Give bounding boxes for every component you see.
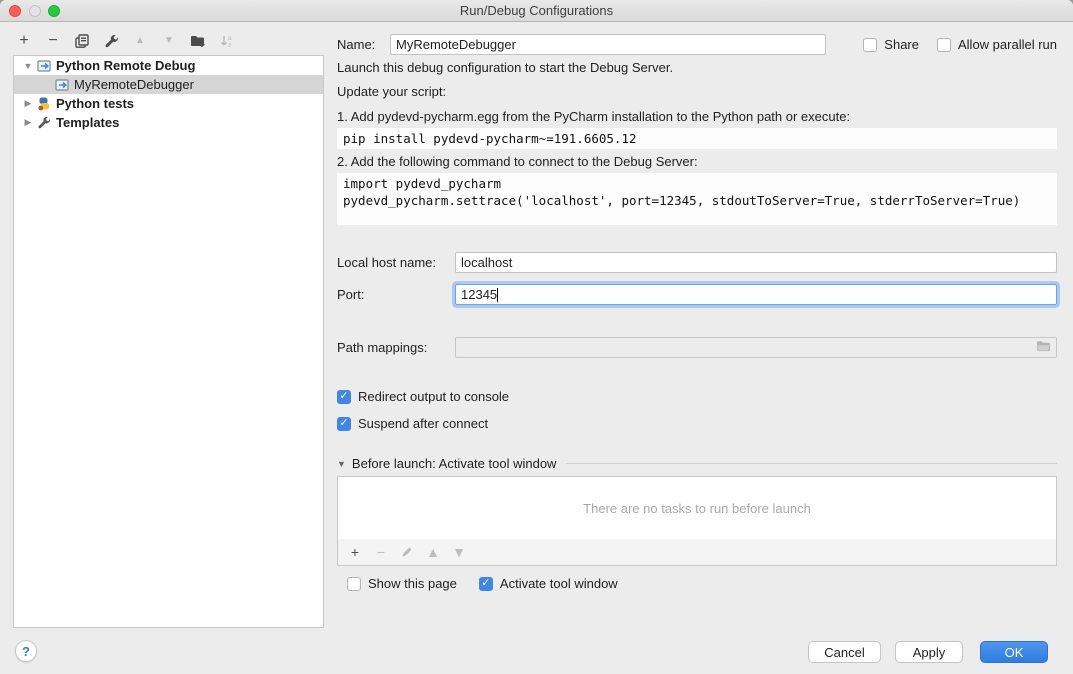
move-task-down-icon[interactable]: ▼ xyxy=(452,545,466,559)
browse-folder-icon[interactable] xyxy=(1036,340,1051,355)
remote-debug-icon xyxy=(36,59,52,73)
apply-button[interactable]: Apply xyxy=(895,641,963,663)
copy-configuration-icon[interactable] xyxy=(74,33,90,49)
activate-tool-window-checkbox-row[interactable]: ✓ Activate tool window xyxy=(479,576,618,591)
port-label: Port: xyxy=(337,287,455,302)
collapsed-twisty-icon[interactable]: ▶ xyxy=(22,98,34,109)
text-caret xyxy=(497,288,498,302)
task-list-toolbar: + − ▲ ▼ xyxy=(337,539,1057,566)
before-launch-title: Before launch: Activate tool window xyxy=(352,456,557,471)
port-value: 12345 xyxy=(461,287,497,302)
ok-button[interactable]: OK xyxy=(980,641,1048,663)
collapsed-twisty-icon[interactable]: ▶ xyxy=(22,117,34,128)
move-up-icon[interactable]: ▲ xyxy=(132,33,148,49)
step-1-text: 1. Add pydevd-pycharm.egg from the PyCha… xyxy=(337,109,1057,124)
suspend-after-connect-label: Suspend after connect xyxy=(358,416,488,431)
edit-task-icon[interactable] xyxy=(400,545,414,559)
settrace-code-line-2: pydevd_pycharm.settrace('localhost', por… xyxy=(343,192,1051,209)
edit-templates-icon[interactable] xyxy=(103,33,119,49)
settrace-code-block: import pydevd_pycharm pydevd_pycharm.set… xyxy=(337,173,1057,225)
intro-line-2: Update your script: xyxy=(337,84,1057,99)
allow-parallel-run-checkbox[interactable] xyxy=(937,38,951,52)
port-input[interactable]: 12345 xyxy=(455,284,1057,305)
titlebar: Run/Debug Configurations xyxy=(0,0,1073,22)
show-this-page-checkbox[interactable] xyxy=(347,577,361,591)
show-this-page-label: Show this page xyxy=(368,576,457,591)
redirect-output-label: Redirect output to console xyxy=(358,389,509,404)
window-title: Run/Debug Configurations xyxy=(0,3,1073,18)
settrace-code-line-1: import pydevd_pycharm xyxy=(343,175,1051,192)
activate-tool-window-label: Activate tool window xyxy=(500,576,618,591)
local-host-row: Local host name: xyxy=(337,252,1057,273)
path-mappings-input[interactable] xyxy=(455,337,1057,358)
sort-alphabetically-icon[interactable]: az xyxy=(219,33,235,49)
redirect-output-checkbox[interactable]: ✓ xyxy=(337,390,351,404)
tree-item-templates[interactable]: ▶ Templates xyxy=(14,113,323,132)
tree-item-python-remote-debug[interactable]: ▼ Python Remote Debug xyxy=(14,56,323,75)
intro-line-1: Launch this debug configuration to start… xyxy=(337,60,1057,75)
move-task-up-icon[interactable]: ▲ xyxy=(426,545,440,559)
cancel-button[interactable]: Cancel xyxy=(808,641,881,663)
empty-task-list-text: There are no tasks to run before launch xyxy=(583,501,811,516)
page-options-row: Show this page ✓ Activate tool window xyxy=(337,576,1057,591)
configurations-tree: ▼ Python Remote Debug MyRemoteDebugger ▶… xyxy=(13,55,324,628)
before-launch-section-header[interactable]: ▼ Before launch: Activate tool window xyxy=(337,456,1057,471)
svg-text:z: z xyxy=(228,42,231,49)
share-label: Share xyxy=(884,37,919,52)
redirect-output-checkbox-row[interactable]: ✓ Redirect output to console xyxy=(337,389,1057,404)
share-checkbox-row[interactable]: Share xyxy=(863,37,919,52)
remove-configuration-icon[interactable]: − xyxy=(45,33,61,49)
local-host-label: Local host name: xyxy=(337,255,455,270)
allow-parallel-run-checkbox-row[interactable]: Allow parallel run xyxy=(937,37,1057,52)
section-divider xyxy=(566,463,1057,464)
tree-item-python-tests[interactable]: ▶ Python tests xyxy=(14,94,323,113)
remote-debug-icon xyxy=(54,78,70,92)
name-row: Name: Share Allow parallel run xyxy=(337,34,1057,55)
name-label: Name: xyxy=(337,37,390,52)
port-row: Port: 12345 xyxy=(337,284,1057,305)
svg-text:a: a xyxy=(228,35,232,42)
wrench-icon xyxy=(36,116,52,130)
configurations-toolbar: + − ▲ ▼ az xyxy=(16,31,235,51)
tree-item-myremotedebugger[interactable]: MyRemoteDebugger xyxy=(14,75,323,94)
step-2-text: 2. Add the following command to connect … xyxy=(337,154,1057,169)
run-debug-configurations-dialog: Run/Debug Configurations + − ▲ ▼ az ▼ Py… xyxy=(0,0,1073,674)
suspend-after-connect-checkbox[interactable]: ✓ xyxy=(337,417,351,431)
name-input[interactable] xyxy=(390,34,826,55)
suspend-after-connect-checkbox-row[interactable]: ✓ Suspend after connect xyxy=(337,416,1057,431)
section-collapse-icon[interactable]: ▼ xyxy=(337,459,346,469)
activate-tool-window-checkbox[interactable]: ✓ xyxy=(479,577,493,591)
share-checkbox[interactable] xyxy=(863,38,877,52)
path-mappings-label: Path mappings: xyxy=(337,340,455,355)
before-launch-task-list[interactable]: There are no tasks to run before launch xyxy=(337,476,1057,540)
expanded-twisty-icon[interactable]: ▼ xyxy=(22,61,34,71)
add-task-icon[interactable]: + xyxy=(348,545,362,559)
tree-item-label: MyRemoteDebugger xyxy=(74,77,194,92)
path-mappings-row: Path mappings: xyxy=(337,337,1057,358)
new-folder-icon[interactable] xyxy=(190,33,206,49)
python-icon xyxy=(36,97,52,111)
local-host-input[interactable] xyxy=(455,252,1057,273)
pip-install-code: pip install pydevd-pycharm~=191.6605.12 xyxy=(337,128,1057,149)
tree-item-label: Templates xyxy=(56,115,119,130)
tree-item-label: Python Remote Debug xyxy=(56,58,195,73)
move-down-icon[interactable]: ▼ xyxy=(161,33,177,49)
configuration-form: Name: Share Allow parallel run Launch th… xyxy=(337,28,1057,628)
allow-parallel-run-label: Allow parallel run xyxy=(958,37,1057,52)
show-this-page-checkbox-row[interactable]: Show this page xyxy=(347,576,457,591)
remove-task-icon[interactable]: − xyxy=(374,545,388,559)
add-configuration-icon[interactable]: + xyxy=(16,33,32,49)
help-button[interactable]: ? xyxy=(15,640,37,662)
tree-item-label: Python tests xyxy=(56,96,134,111)
